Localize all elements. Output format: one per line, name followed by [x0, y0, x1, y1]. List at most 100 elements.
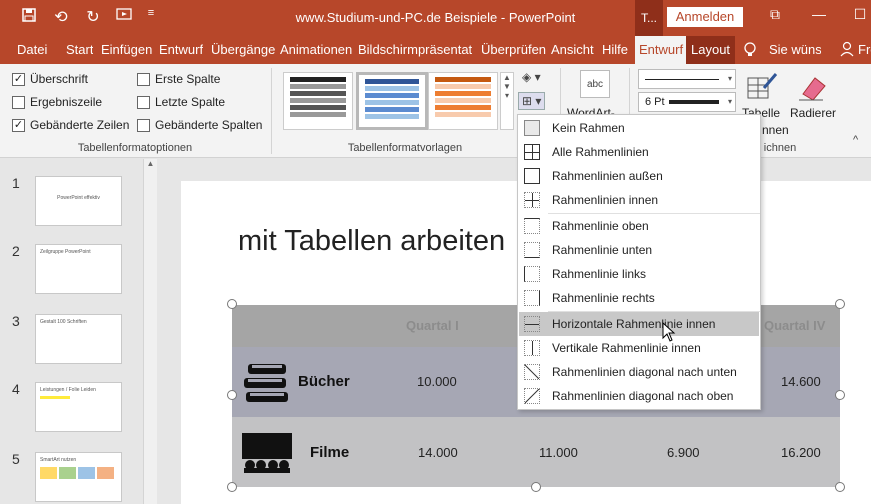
title-bar: ⟲ ↻ ≡ www.Studium-und-PC.de Beispiele - …: [0, 0, 871, 36]
check-gebaenderte-zeilen[interactable]: ✓ Gebänderte Zeilen: [12, 118, 129, 132]
tab-animationen[interactable]: Animationen: [280, 36, 352, 64]
left-border-icon: [524, 266, 540, 282]
table-cell[interactable]: 10.000: [417, 374, 457, 389]
resize-handle[interactable]: [227, 299, 237, 309]
group-separator: [271, 68, 272, 154]
redo-icon[interactable]: ↻: [82, 7, 104, 27]
menu-item-rahmenlinien-aussen[interactable]: Rahmenlinien außen: [519, 164, 759, 188]
resize-handle[interactable]: [835, 390, 845, 400]
inside-borders-icon: [524, 192, 540, 208]
menu-item-rahmenlinie-links[interactable]: Rahmenlinie links: [519, 262, 759, 286]
draw-table-label-cont: nnen: [762, 123, 789, 137]
table-cell[interactable]: 16.200: [781, 445, 821, 460]
table-style-blue[interactable]: [356, 72, 428, 130]
resize-handle[interactable]: [835, 482, 845, 492]
tab-bildschirmpraesentation[interactable]: Bildschirmpräsentatio: [358, 36, 472, 64]
pen-style-combo[interactable]: ▾: [638, 69, 736, 89]
check-letzte-spalte[interactable]: Letzte Spalte: [137, 95, 225, 109]
film-icon: [241, 432, 293, 477]
tab-ueberpruefen[interactable]: Überprüfen: [481, 36, 546, 64]
gallery-scroll[interactable]: ▲ ▼ ▾: [500, 72, 514, 130]
table-cell[interactable]: 6.900: [667, 445, 700, 460]
group-label-options: Tabellenformatoptionen: [77, 142, 193, 154]
tab-start[interactable]: Start: [66, 36, 93, 64]
resize-handle[interactable]: [835, 299, 845, 309]
present-icon[interactable]: [113, 7, 135, 28]
slide-thumbnail-3[interactable]: Gestalt 100 Schriften: [35, 314, 122, 364]
save-icon[interactable]: [18, 7, 40, 28]
slide-thumbnail-2[interactable]: Zeilgruppe PowerPoint: [35, 244, 122, 294]
checkbox[interactable]: [137, 118, 150, 132]
resize-handle[interactable]: [227, 482, 237, 492]
pen-weight-combo[interactable]: 6 Pt ▾: [638, 92, 736, 112]
eraser-icon[interactable]: [797, 70, 827, 105]
tab-uebergaenge[interactable]: Übergänge: [211, 36, 275, 64]
table-header-cell[interactable]: Quartal IV: [764, 318, 825, 333]
tell-me-search[interactable]: Sie wünsc: [769, 36, 821, 64]
slide-title[interactable]: mit Tabellen arbeiten: [238, 225, 505, 258]
row-label-buecher[interactable]: Bücher: [298, 373, 350, 390]
menu-item-kein-rahmen[interactable]: Kein Rahmen: [519, 116, 759, 140]
diagonal-down-border-icon: [524, 364, 540, 380]
table-style-orange[interactable]: [428, 72, 498, 130]
table-cell[interactable]: 14.000: [418, 445, 458, 460]
slide-thumbnail-4[interactable]: Leistungen / Folie Leiden: [35, 382, 122, 432]
check-erste-spalte[interactable]: Erste Spalte: [137, 72, 220, 86]
login-button[interactable]: Anmelden: [667, 7, 743, 27]
table-cell[interactable]: 14.600: [781, 374, 821, 389]
inside-vertical-border-icon: [524, 340, 540, 356]
tab-layout[interactable]: Layout: [686, 36, 736, 64]
menu-item-rahmenlinie-unten[interactable]: Rahmenlinie unten: [519, 238, 759, 262]
bottom-border-icon: [524, 242, 540, 258]
tab-ansicht[interactable]: Ansicht: [551, 36, 594, 64]
resize-handle[interactable]: [227, 390, 237, 400]
thumb-number: 1: [12, 175, 20, 191]
slide-thumbnail-1[interactable]: PowerPoint effektiv: [35, 176, 122, 226]
menu-item-vertikale-rahmenlinie-innen[interactable]: Vertikale Rahmenlinie innen: [519, 336, 759, 360]
share-label[interactable]: Fre: [858, 36, 871, 64]
menu-item-rahmenlinie-rechts[interactable]: Rahmenlinie rechts: [519, 286, 759, 310]
group-label-styles: Tabellenformatvorlagen: [347, 142, 463, 154]
tab-tabelle-entwurf[interactable]: Entwurf: [635, 36, 688, 64]
menu-item-rahmenlinien-innen[interactable]: Rahmenlinien innen: [519, 188, 759, 212]
checkbox[interactable]: [137, 72, 150, 86]
check-ergebniszeile[interactable]: Ergebniszeile: [12, 95, 102, 109]
tab-entwurf[interactable]: Entwurf: [159, 36, 203, 64]
menu-item-diagonal-nach-unten[interactable]: Rahmenlinien diagonal nach unten: [519, 360, 759, 384]
thumbnail-scrollbar[interactable]: ▲: [143, 159, 157, 504]
menu-item-horizontale-rahmenlinie-innen[interactable]: Horizontale Rahmenlinie innen: [519, 312, 759, 336]
checkbox[interactable]: ✓: [12, 118, 25, 132]
ribbon-tabs: Datei Start Einfügen Entwurf Übergänge A…: [0, 36, 871, 64]
eraser-label[interactable]: Radierer: [790, 106, 836, 120]
ribbon-display-icon[interactable]: ⧉: [760, 6, 790, 23]
customize-qat-icon[interactable]: ≡: [140, 7, 162, 19]
menu-item-alle-rahmenlinien[interactable]: Alle Rahmenlinien: [519, 140, 759, 164]
resize-handle[interactable]: [531, 482, 541, 492]
checkbox[interactable]: ✓: [12, 72, 25, 86]
table-style-dark[interactable]: [283, 72, 353, 130]
wordart-icon[interactable]: abc: [580, 70, 610, 98]
context-tab-label[interactable]: T...: [635, 0, 663, 36]
draw-table-icon[interactable]: [746, 70, 778, 105]
row-label-filme[interactable]: Filme: [310, 444, 349, 461]
borders-dropdown-menu: Kein Rahmen Alle Rahmenlinien Rahmenlini…: [517, 114, 761, 410]
minimize-icon[interactable]: —: [804, 6, 834, 22]
table-cell[interactable]: 11.000: [539, 445, 578, 460]
maximize-icon[interactable]: ☐: [845, 6, 871, 23]
tab-einfuegen[interactable]: Einfügen: [101, 36, 152, 64]
menu-item-rahmenlinie-oben[interactable]: Rahmenlinie oben: [519, 214, 759, 238]
table-header-cell[interactable]: Quartal I: [406, 318, 459, 333]
slide-thumbnail-5[interactable]: SmartArt nutzen: [35, 452, 122, 502]
tab-datei[interactable]: Datei: [17, 36, 47, 64]
undo-icon[interactable]: ⟲: [50, 7, 72, 27]
checkbox[interactable]: [137, 95, 150, 109]
checkbox[interactable]: [12, 95, 25, 109]
menu-item-diagonal-nach-oben[interactable]: Rahmenlinien diagonal nach oben: [519, 384, 759, 408]
check-gebaenderte-spalten[interactable]: Gebänderte Spalten: [137, 118, 262, 132]
tab-hilfe[interactable]: Hilfe: [602, 36, 628, 64]
collapse-ribbon-icon[interactable]: ^: [853, 134, 858, 146]
shading-icon[interactable]: ◈ ▾: [522, 70, 541, 84]
borders-dropdown-button[interactable]: ⊞ ▾: [518, 92, 546, 110]
diagonal-up-border-icon: [524, 388, 540, 404]
check-ueberschrift[interactable]: ✓ Überschrift: [12, 72, 88, 86]
